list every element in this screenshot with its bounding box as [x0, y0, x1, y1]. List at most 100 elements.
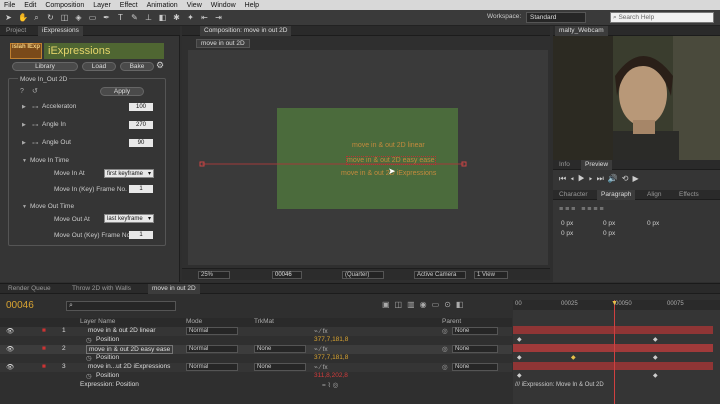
stopwatch-icon[interactable]: ◷: [86, 354, 92, 362]
tab-preview[interactable]: Preview: [581, 160, 613, 170]
mode-select[interactable]: Normal: [186, 345, 238, 353]
param-value-angle-in[interactable]: 270: [129, 121, 153, 129]
alignment-icons[interactable]: ≡≡≡ ≡≡≡≡: [559, 206, 606, 213]
type-tool-icon[interactable]: T: [116, 13, 125, 22]
keyframe-icon[interactable]: ◆: [517, 336, 522, 343]
menu-file[interactable]: File: [4, 2, 15, 9]
keyframe-icon[interactable]: ◆: [653, 354, 658, 361]
zoom-select[interactable]: 25%: [198, 271, 230, 279]
layer-name[interactable]: move in...ut 2D iExpressions: [88, 363, 170, 370]
menu-edit[interactable]: Edit: [24, 2, 36, 9]
current-time-field[interactable]: 00046: [272, 271, 302, 279]
search-help-input[interactable]: ⌕ Search Help: [610, 12, 714, 23]
play-icon[interactable]: ▶: [578, 174, 589, 183]
layer-bar[interactable]: [513, 362, 713, 370]
layer-bar[interactable]: [513, 326, 713, 334]
gear-icon[interactable]: ⚙: [156, 60, 164, 71]
tab-iexpressions[interactable]: iExpressions: [38, 26, 83, 36]
indent-left-value[interactable]: 0 px: [561, 220, 573, 227]
tab-character[interactable]: Character: [555, 190, 592, 200]
layer-name[interactable]: move in & out 2D easy ease: [86, 345, 174, 354]
trkmat-select[interactable]: None: [254, 363, 306, 371]
collapse-triangle-icon[interactable]: ▼: [22, 158, 27, 164]
menu-composition[interactable]: Composition: [45, 2, 84, 9]
eye-icon[interactable]: 👁: [6, 327, 14, 335]
switch-icons[interactable]: ⌁ ∕ fx: [314, 327, 328, 335]
tab-move-in-out[interactable]: move in out 2D: [148, 284, 200, 294]
menu-help[interactable]: Help: [245, 2, 259, 9]
param-value-acceleration[interactable]: 100: [129, 103, 153, 111]
rotate-tool-icon[interactable]: ↻: [46, 13, 55, 22]
timeline-timecode[interactable]: 00046: [6, 300, 34, 311]
indent-right-value[interactable]: 0 px: [603, 220, 615, 227]
align-left-icon[interactable]: ⇤: [200, 13, 209, 22]
first-frame-icon[interactable]: ⏮: [559, 174, 570, 183]
eye-icon[interactable]: 👁: [6, 363, 14, 371]
stopwatch-icon[interactable]: ◷: [86, 336, 92, 344]
tab-info[interactable]: Info: [555, 160, 574, 170]
tab-project[interactable]: Project: [2, 26, 30, 36]
selection-tool-icon[interactable]: ➤: [4, 13, 13, 22]
switch-icons[interactable]: ⌁ ∕ fx: [314, 363, 328, 371]
space-after-value[interactable]: 0 px: [603, 230, 615, 237]
camera-select[interactable]: Active Camera: [414, 271, 466, 279]
parent-pickwhip-icon[interactable]: ◎: [442, 327, 448, 335]
trkmat-select[interactable]: None: [254, 345, 306, 353]
comp-text-easy-ease[interactable]: move in & out 2D easy ease: [346, 156, 436, 165]
expression-text[interactable]: /// iExpression: Move In & Out 2D: [515, 382, 604, 388]
apply-button[interactable]: Apply: [100, 87, 144, 96]
move-out-frame-input[interactable]: 1: [129, 231, 153, 239]
tab-webcam[interactable]: malty_Webcam: [555, 26, 608, 36]
keyframe-icon[interactable]: ◆: [653, 336, 658, 343]
tab-align[interactable]: Align: [643, 190, 665, 200]
position-value[interactable]: 311,8,202,8: [314, 372, 348, 379]
reset-icon[interactable]: ↺: [32, 87, 38, 95]
tab-throw-2d[interactable]: Throw 2D with Walls: [68, 284, 135, 294]
eraser-tool-icon[interactable]: ◧: [158, 13, 167, 22]
audio-icon[interactable]: 🔊: [608, 174, 622, 183]
step-back-icon[interactable]: ◂: [570, 174, 578, 183]
menu-effect[interactable]: Effect: [120, 2, 138, 9]
zoom-tool-icon[interactable]: ⌕: [32, 13, 41, 22]
timeline-switches[interactable]: ▣◫▥◉▭⊙◧: [382, 300, 468, 309]
mask-tool-icon[interactable]: ▭: [88, 13, 97, 22]
tab-composition[interactable]: Composition: move in out 2D: [200, 26, 292, 36]
parent-select[interactable]: None: [452, 363, 498, 371]
view-layout-select[interactable]: 1 View: [474, 271, 508, 279]
move-in-frame-input[interactable]: 1: [129, 185, 153, 193]
menu-layer[interactable]: Layer: [93, 2, 111, 9]
collapse-triangle-icon[interactable]: ▼: [22, 204, 27, 210]
stopwatch-icon[interactable]: ◷: [86, 372, 92, 380]
comp-text-linear[interactable]: move in & out 2D linear: [352, 142, 425, 149]
switch-icons[interactable]: ⌁ ∕ fx: [314, 345, 328, 353]
camera-tool-icon[interactable]: ◫: [60, 13, 69, 22]
param-value-angle-out[interactable]: 90: [129, 139, 153, 147]
move-out-at-select[interactable]: last keyframe: [104, 214, 154, 224]
parent-select[interactable]: None: [452, 327, 498, 335]
timeline-search-input[interactable]: ⌕: [66, 301, 176, 311]
space-before-value[interactable]: 0 px: [561, 230, 573, 237]
timeline-graph[interactable]: 00 00025 00050 00075 ◆ ◆ ◆ ◆ ◆ ◆ ◆ ▼ ///…: [513, 300, 720, 404]
keyframe-icon[interactable]: ◆: [517, 372, 522, 379]
roto-brush-tool-icon[interactable]: ✱: [172, 13, 181, 22]
ram-preview-icon[interactable]: ▶: [632, 174, 642, 183]
clone-stamp-tool-icon[interactable]: ⊥: [144, 13, 153, 22]
eye-icon[interactable]: 👁: [6, 345, 14, 353]
pen-tool-icon[interactable]: ✒: [102, 13, 111, 22]
pan-behind-tool-icon[interactable]: ◈: [74, 13, 83, 22]
tab-render-queue[interactable]: Render Queue: [4, 284, 55, 294]
timeline-row-position[interactable]: ◷ Position 377,7,181,8: [0, 336, 512, 345]
timeline-row-expression[interactable]: Expression: Position = ⌇ ◎: [0, 381, 512, 390]
menu-window[interactable]: Window: [211, 2, 236, 9]
timeline-row-position[interactable]: ◷ Position 311,8,202,8: [0, 372, 512, 381]
layer-bar[interactable]: [513, 344, 713, 352]
bake-button[interactable]: Bake: [120, 62, 154, 71]
label-color-icon[interactable]: ■: [42, 345, 46, 352]
last-frame-icon[interactable]: ⏭: [597, 174, 608, 183]
comp-subtab[interactable]: move in out 2D: [196, 39, 250, 48]
menu-animation[interactable]: Animation: [147, 2, 178, 9]
layer-name[interactable]: move in & out 2D linear: [88, 327, 156, 334]
timeline-row-layer2[interactable]: 👁 ■ 2 move in & out 2D easy ease Normal …: [0, 345, 512, 354]
parent-pickwhip-icon[interactable]: ◎: [442, 345, 448, 353]
tab-paragraph[interactable]: Paragraph: [597, 190, 636, 200]
